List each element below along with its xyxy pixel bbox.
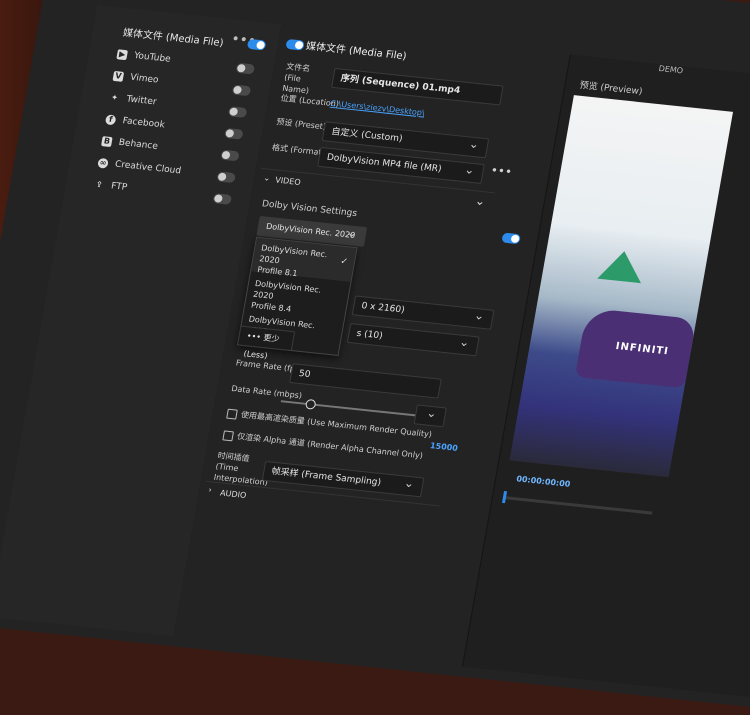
twitter-icon: ✦	[110, 92, 119, 103]
vimeo-icon: V	[112, 70, 125, 82]
screen: 媒体文件 (Media File) ••• ▶ YouTube V Vimeo …	[0, 0, 750, 715]
max-render-checkbox[interactable]	[226, 408, 238, 420]
sidebar-item-label: Creative Cloud	[114, 159, 182, 177]
location-link[interactable]: C:\Users\ziezv\Desktop\	[329, 98, 426, 119]
preset-label: 预设 (Preset)	[275, 117, 327, 132]
chevron-down-icon: ⌄	[262, 173, 272, 183]
panel-title: 媒体文件 (Media File)	[304, 40, 408, 63]
media-file-toggle[interactable]	[246, 38, 267, 51]
sidebar-item-label: Twitter	[125, 94, 158, 108]
creative-cloud-toggle[interactable]	[216, 171, 236, 184]
vimeo-toggle[interactable]	[231, 84, 252, 97]
youtube-icon: ▶	[116, 49, 128, 61]
sidebar-item-label: Behance	[117, 137, 159, 152]
ftp-upload-icon: ⇪	[95, 179, 104, 190]
creative-cloud-icon: ∞	[97, 157, 109, 169]
panel-toggle[interactable]	[285, 38, 305, 51]
green-tent-shape	[597, 248, 647, 284]
timecode: 00:00:00:00	[515, 474, 572, 489]
sidebar-item-label: Vimeo	[129, 72, 160, 86]
filename-label: 文件名 (File Name)	[281, 61, 311, 96]
sidebar-item-label: YouTube	[133, 51, 172, 65]
slider-handle[interactable]	[304, 398, 317, 410]
twitter-toggle[interactable]	[227, 106, 248, 118]
bit-depth-select[interactable]: s (10)	[346, 323, 480, 357]
chevron-icon: ⌄	[474, 193, 487, 209]
sidebar-item-label: Facebook	[121, 116, 166, 131]
data-rate-value: 15000	[429, 441, 459, 453]
behance-icon: B	[100, 136, 113, 148]
chevron-right-icon: ›	[207, 485, 213, 495]
preview-title: 预览 (Preview)	[578, 80, 644, 98]
format-label: 格式 (Format)	[271, 142, 326, 158]
ftp-toggle[interactable]	[212, 193, 233, 205]
sidebar-header-label: 媒体文件 (Media File)	[121, 27, 225, 50]
sidebar-item-label: FTP	[110, 181, 128, 193]
behance-toggle[interactable]	[220, 149, 240, 162]
format-more-icon[interactable]: •••	[490, 163, 514, 179]
data-rate-unit-select[interactable]	[413, 404, 447, 428]
youtube-toggle[interactable]	[235, 62, 256, 75]
dolby-toggle[interactable]	[501, 232, 521, 245]
checkmark-icon: ✓	[339, 256, 349, 268]
facebook-icon: f	[104, 114, 117, 126]
audio-section-label: AUDIO	[219, 488, 247, 501]
render-alpha-checkbox[interactable]	[222, 430, 234, 442]
frame-rate-input[interactable]: 50	[289, 363, 442, 399]
facebook-toggle[interactable]	[223, 127, 244, 140]
playhead[interactable]	[501, 491, 508, 504]
video-section-label: VIDEO	[274, 175, 302, 187]
data-rate-label: Data Rate (mbps)	[230, 384, 303, 401]
